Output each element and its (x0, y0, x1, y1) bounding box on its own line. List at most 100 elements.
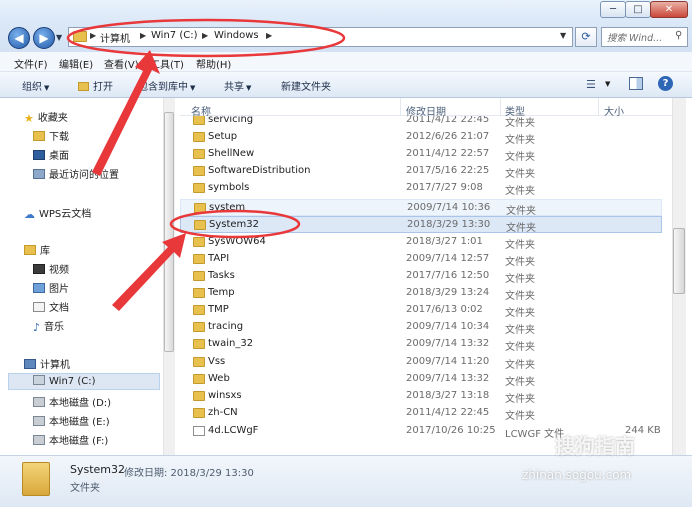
column-divider[interactable] (598, 98, 599, 116)
file-row[interactable]: SoftwareDistribution 2017/5/16 22:25 文件夹 (180, 163, 662, 180)
nav-drive-c[interactable]: Win7 (C:) (33, 375, 95, 387)
chevron-right-icon[interactable]: ▶ (266, 31, 272, 40)
video-icon (33, 264, 45, 274)
nav-drive-f[interactable]: 本地磁盘 (F:) (33, 432, 108, 447)
open-button[interactable]: 打开 (78, 78, 113, 93)
file-date: 2018/3/27 1:01 (406, 236, 483, 247)
file-row[interactable]: zh-CN 2011/4/12 22:45 文件夹 (180, 405, 662, 422)
file-date: 2017/6/13 0:02 (406, 304, 483, 315)
file-name: servicing (208, 116, 254, 125)
drive-icon (33, 397, 45, 407)
nav-drive-e[interactable]: 本地磁盘 (E:) (33, 413, 110, 428)
minimize-button[interactable]: ─ (600, 1, 626, 18)
file-date: 2009/7/14 10:36 (407, 202, 491, 213)
details-type: 文件夹 (70, 483, 100, 494)
file-row[interactable]: ShellNew 2011/4/12 22:57 文件夹 (180, 146, 662, 163)
new-folder-button[interactable]: 新建文件夹 (281, 78, 331, 93)
breadcrumb-computer[interactable]: 计算机 (100, 30, 130, 45)
drive-icon (33, 435, 45, 445)
close-button[interactable]: ✕ (650, 1, 688, 18)
file-row[interactable]: Tasks 2017/7/16 12:50 文件夹 (180, 268, 662, 285)
file-list: servicing 2011/4/12 22:45 文件夹 Setup 2012/6/… (180, 116, 672, 455)
watermark-text: 搜狗指南 (555, 434, 635, 458)
music-note-icon: ♪ (33, 321, 41, 334)
chevron-right-icon[interactable]: ▶ (140, 31, 146, 40)
nav-desktop[interactable]: 桌面 (33, 147, 69, 162)
file-name: Setup (208, 131, 238, 142)
refresh-button[interactable]: ⟳ (575, 27, 597, 47)
nav-favorites[interactable]: ★ 收藏夹 (24, 109, 68, 125)
chevron-right-icon[interactable]: ▶ (90, 31, 96, 40)
menu-edit[interactable]: 编辑(E) (59, 56, 93, 71)
view-options-icon[interactable]: ☰ (586, 78, 596, 91)
file-type: 文件夹 (505, 377, 535, 388)
search-icon[interactable]: ⚲ (675, 30, 682, 41)
file-row[interactable]: SysWOW64 2018/3/27 1:01 文件夹 (180, 234, 662, 251)
folder-icon (193, 183, 205, 193)
watermark-url: zhinan.sogou.com (522, 468, 632, 482)
column-divider[interactable] (500, 98, 501, 116)
menu-file[interactable]: 文件(F) (14, 56, 48, 71)
file-type: 文件夹 (505, 186, 535, 197)
back-button[interactable]: ◀ (8, 27, 30, 49)
nav-libraries[interactable]: 库 (24, 242, 50, 257)
file-row[interactable]: twain_32 2009/7/14 13:32 文件夹 (180, 336, 662, 353)
file-row[interactable]: symbols 2017/7/27 9:08 文件夹 (180, 180, 662, 197)
organize-button[interactable]: 组织 ▼ (22, 78, 49, 93)
file-date: 2018/3/29 13:24 (406, 287, 490, 298)
folder-icon (193, 339, 205, 349)
maximize-button[interactable]: □ (625, 1, 651, 18)
search-placeholder: 搜索 Wind... (607, 33, 663, 44)
view-dropdown-icon[interactable]: ▼ (605, 80, 610, 88)
share-button[interactable]: 共享 ▼ (224, 78, 251, 93)
file-type: 文件夹 (505, 240, 535, 251)
file-row-hovered[interactable]: system 2009/7/14 10:36 文件夹 (180, 199, 662, 217)
nav-downloads[interactable]: 下载 (33, 128, 69, 143)
forward-button[interactable]: ▶ (33, 27, 55, 49)
folder-open-icon (78, 82, 89, 91)
menu-view[interactable]: 查看(V) (104, 56, 139, 71)
column-divider[interactable] (400, 98, 401, 116)
history-dropdown-icon[interactable]: ▼ (56, 33, 62, 42)
file-row[interactable]: Vss 2009/7/14 11:20 文件夹 (180, 354, 662, 371)
nav-drive-d[interactable]: 本地磁盘 (D:) (33, 394, 111, 409)
breadcrumb-win7[interactable]: Win7 (C:) (151, 30, 197, 41)
file-row[interactable]: Web 2009/7/14 13:32 文件夹 (180, 371, 662, 388)
menu-help[interactable]: 帮助(H) (196, 56, 231, 71)
nav-pictures[interactable]: 图片 (33, 280, 69, 295)
file-row[interactable]: tracing 2009/7/14 10:34 文件夹 (180, 319, 662, 336)
library-icon (24, 245, 36, 255)
folder-icon (194, 203, 206, 213)
file-name: Temp (208, 287, 235, 298)
nav-scrollbar-thumb[interactable] (164, 112, 174, 352)
folder-icon (193, 357, 205, 367)
folder-icon (193, 408, 205, 418)
nav-videos[interactable]: 视频 (33, 261, 69, 276)
file-name: Tasks (208, 270, 235, 281)
nav-music[interactable]: ♪ 音乐 (33, 318, 64, 334)
system-drive-icon (33, 375, 45, 385)
menu-tools[interactable]: 工具(T) (150, 56, 184, 71)
chevron-right-icon[interactable]: ▶ (202, 31, 208, 40)
file-row[interactable]: winsxs 2018/3/27 13:18 文件夹 (180, 388, 662, 405)
preview-pane-icon[interactable] (629, 77, 643, 90)
nav-documents[interactable]: 文档 (33, 299, 69, 314)
help-icon[interactable]: ? (658, 76, 673, 91)
include-in-library-button[interactable]: 包含到库中 ▼ (138, 78, 195, 93)
nav-recent-places[interactable]: 最近访问的位置 (33, 166, 119, 181)
file-row-selected[interactable]: System32 2018/3/29 13:30 文件夹 (180, 216, 662, 234)
nav-wps-cloud[interactable]: ☁ WPS云文档 (24, 205, 91, 221)
file-list-scrollbar-thumb[interactable] (673, 228, 685, 294)
title-bar (0, 0, 692, 22)
picture-icon (33, 283, 45, 293)
file-type: 文件夹 (505, 325, 535, 336)
file-name: TMP (208, 304, 229, 315)
address-dropdown-icon[interactable]: ▼ (560, 31, 566, 40)
file-row[interactable]: TMP 2017/6/13 0:02 文件夹 (180, 302, 662, 319)
nav-computer[interactable]: 计算机 (24, 356, 70, 371)
file-row[interactable]: servicing 2011/4/12 22:45 文件夹 (180, 116, 662, 129)
file-row[interactable]: Temp 2018/3/29 13:24 文件夹 (180, 285, 662, 302)
breadcrumb-windows[interactable]: Windows (214, 30, 259, 41)
file-row[interactable]: Setup 2012/6/26 21:07 文件夹 (180, 129, 662, 146)
file-row[interactable]: TAPI 2009/7/14 12:57 文件夹 (180, 251, 662, 268)
